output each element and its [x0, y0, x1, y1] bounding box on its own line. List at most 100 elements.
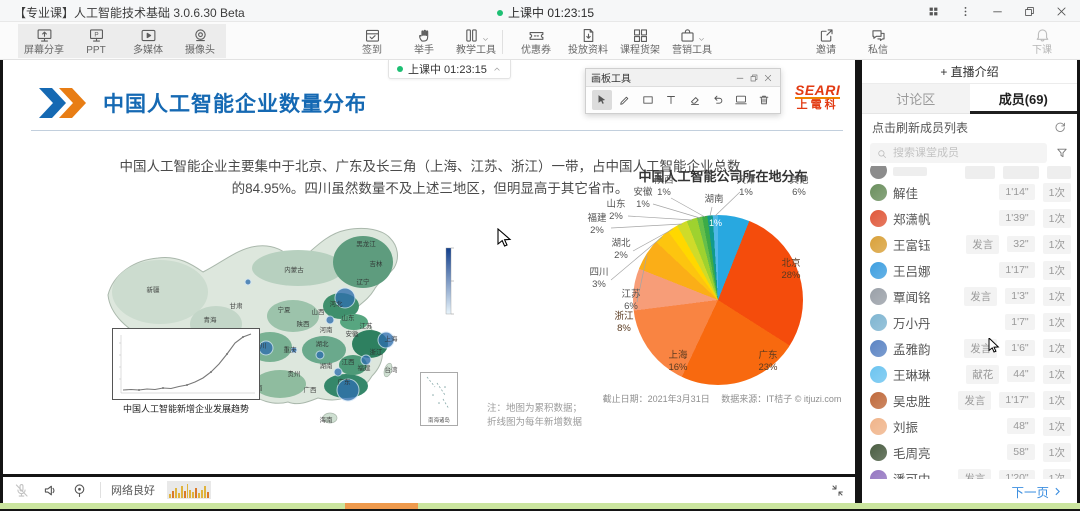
microphone-muted-icon[interactable]: [13, 482, 30, 499]
bell-icon: [1034, 27, 1051, 44]
member-badge: 1次: [1043, 365, 1071, 384]
avatar: [870, 262, 887, 279]
member-row[interactable]: 覃闻铭 发言1'3"1次: [870, 283, 1071, 309]
whiteboard-tool-trash-icon[interactable]: [754, 90, 774, 110]
panel-close-icon[interactable]: [761, 71, 775, 85]
toolbar-button-media[interactable]: 多媒体: [122, 24, 174, 58]
toolbar-button-ppt[interactable]: PPPT: [70, 24, 122, 58]
tab-members[interactable]: 成员(69): [970, 84, 1078, 113]
member-name: 王富钰: [893, 235, 960, 254]
member-badge: 1'20": [999, 470, 1034, 479]
avatar: [870, 166, 887, 179]
pie-label-7: 湖北2%: [604, 238, 638, 261]
sidebar: + 直播介绍 讨论区 成员(69) 点击刷新成员列表 解佳 1'14"1次 郑潇…: [862, 60, 1077, 503]
map-note-line1: 注：地图为累积数据；: [487, 402, 582, 416]
member-badge: 1次: [1043, 287, 1071, 306]
more-menu-icon[interactable]: [952, 1, 978, 21]
toolbar-button-label: 摄像头: [185, 45, 215, 56]
whiteboard-tool-board-icon[interactable]: [731, 90, 751, 110]
toolbar-button-raise-hand[interactable]: 举手: [398, 24, 450, 58]
province-label-福建: 福建: [358, 363, 372, 372]
member-name: 郑潇帆: [893, 209, 993, 228]
progress-segment: [345, 503, 418, 509]
toolbar-button-coupon[interactable]: 优惠券: [510, 24, 562, 58]
coupon-icon: [528, 27, 545, 44]
member-row[interactable]: 潘可中 发言1'20"1次: [870, 465, 1071, 479]
member-row[interactable]: 王琳琳 献花44"1次: [870, 361, 1071, 387]
toolbar-button-camera[interactable]: 摄像头: [174, 24, 226, 58]
toolbar-button-teaching-tools[interactable]: 教学工具: [450, 24, 502, 58]
toolbar-divider: [502, 30, 503, 54]
speaker-icon[interactable]: [42, 482, 59, 499]
avatar: [870, 314, 887, 331]
member-row[interactable]: 王吕娜 1'17"1次: [870, 257, 1071, 283]
toolbar-button-shelf[interactable]: 课程货架: [614, 24, 666, 58]
china-map: 新疆西藏青海甘肃内蒙古黑龙江吉林辽宁河北山西山东河南陕西宁夏四川重庆湖北安徽江苏…: [98, 220, 478, 472]
province-label-青海: 青海: [204, 315, 218, 324]
panel-minimize-icon[interactable]: [733, 71, 747, 85]
whiteboard-panel[interactable]: 画板工具: [585, 68, 781, 114]
refresh-members-row[interactable]: 点击刷新成员列表: [862, 114, 1077, 140]
logo-line1: SEARI: [795, 84, 840, 99]
province-label-辽宁: 辽宁: [357, 277, 371, 286]
whiteboard-panel-titlebar[interactable]: 画板工具: [586, 69, 780, 87]
whiteboard-tool-cursor-icon[interactable]: [592, 90, 612, 110]
member-row[interactable]: 毛周亮 58"1次: [870, 439, 1071, 465]
member-badge: 1'17": [999, 262, 1034, 278]
member-name: 潘可中: [893, 469, 952, 480]
whiteboard-tool-undo-icon[interactable]: [708, 90, 728, 110]
toolbar-button-screen-share[interactable]: 屏幕分享: [18, 24, 70, 58]
whiteboard-tool-text-icon[interactable]: [661, 90, 681, 110]
tab-discussion[interactable]: 讨论区: [862, 84, 970, 113]
refresh-icon[interactable]: [1053, 120, 1067, 134]
province-label-甘肃: 甘肃: [230, 301, 244, 310]
member-badge: 1次: [1043, 469, 1071, 480]
sidebar-tabs: 讨论区 成员(69): [862, 84, 1077, 114]
filter-icon[interactable]: [1055, 146, 1069, 160]
member-badge: 1'7": [1005, 314, 1034, 330]
member-search-input[interactable]: [893, 147, 1041, 159]
layout-grid-icon[interactable]: [920, 1, 946, 21]
class-timer-pill[interactable]: 上课中 01:23:15: [388, 60, 511, 79]
minimize-icon[interactable]: [984, 1, 1010, 21]
member-row[interactable]: 刘振 48"1次: [870, 413, 1071, 439]
member-badge: 1次: [1043, 261, 1071, 280]
toolbar-button-invite[interactable]: 邀请: [800, 24, 852, 58]
toolbar-button-checkin[interactable]: 签到: [346, 24, 398, 58]
south-sea-label: 南海诸岛: [423, 415, 455, 423]
toolbar-button-message[interactable]: 私信: [852, 24, 904, 58]
collapse-panel-icon[interactable]: [830, 483, 845, 498]
restore-icon[interactable]: [1016, 1, 1042, 21]
chevron-up-icon[interactable]: [492, 64, 502, 74]
shelf-icon: [632, 27, 649, 44]
member-row[interactable]: 孟雅韵 发言1'6"1次: [870, 335, 1071, 361]
member-row-clipped[interactable]: [870, 166, 1071, 179]
live-intro-button[interactable]: + 直播介绍: [862, 60, 1077, 84]
province-label-江苏: 江苏: [360, 321, 374, 330]
end-class-button[interactable]: 下课: [1016, 24, 1068, 58]
invite-icon: [818, 27, 835, 44]
member-row[interactable]: 王富钰 发言32"1次: [870, 231, 1071, 257]
member-badge: 1次: [1043, 313, 1071, 332]
ppt-icon: P: [88, 27, 105, 44]
whiteboard-tool-rect-icon[interactable]: [638, 90, 658, 110]
province-label-内蒙古: 内蒙古: [284, 265, 304, 274]
member-row[interactable]: 郑潇帆 1'39"1次: [870, 205, 1071, 231]
member-row[interactable]: 万小丹 1'7"1次: [870, 309, 1071, 335]
avatar: [870, 392, 887, 409]
network-status-icon[interactable]: [71, 482, 88, 499]
whiteboard-tool-pen-icon[interactable]: [615, 90, 635, 110]
member-search-box[interactable]: [870, 143, 1047, 163]
close-icon[interactable]: [1048, 1, 1074, 21]
toolbar-button-materials[interactable]: 投放资料: [562, 24, 614, 58]
whiteboard-tool-eraser-icon[interactable]: [685, 90, 705, 110]
member-row[interactable]: 吴忠胜 发言1'17"1次: [870, 387, 1071, 413]
toolbar-button-marketing[interactable]: 营销工具: [666, 24, 718, 58]
panel-restore-icon[interactable]: [747, 71, 761, 85]
member-row[interactable]: 解佳 1'14"1次: [870, 179, 1071, 205]
camera-icon: [192, 27, 209, 44]
app-window: 【专业课】人工智能技术基础 3.0.6.30 Beta 上课中 01:23:15…: [0, 0, 1080, 511]
teaching-tools-icon: [463, 27, 480, 44]
checkin-icon: [364, 27, 381, 44]
next-page-button[interactable]: 下一页: [862, 479, 1077, 503]
